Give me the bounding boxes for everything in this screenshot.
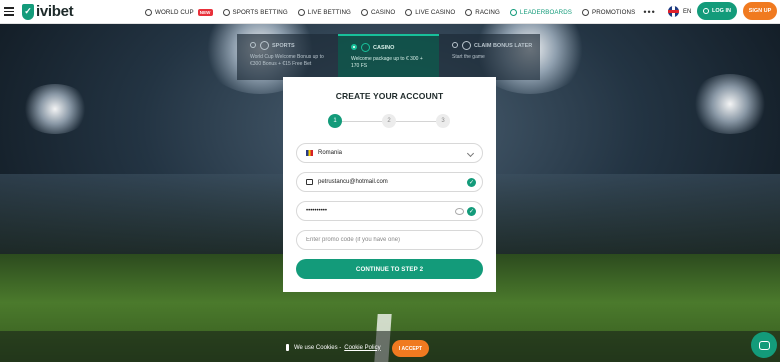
soccer-ball-icon	[222, 8, 230, 16]
promo-code-field[interactable]	[296, 230, 483, 250]
country-value: Romania	[318, 150, 343, 156]
signup-button[interactable]: SIGN UP	[743, 2, 777, 20]
check-icon: ✓	[467, 178, 476, 187]
language-selector[interactable]: EN	[668, 6, 691, 17]
bonus-title: CLAIM BONUS LATER	[474, 42, 533, 49]
info-icon	[286, 344, 289, 351]
chevron-down-icon	[466, 149, 475, 158]
menu-icon[interactable]	[4, 7, 14, 17]
bonus-option-casino[interactable]: CASINO Welcome package up to € 300 + 170…	[338, 34, 439, 80]
horse-icon	[465, 8, 473, 16]
radio-button[interactable]	[250, 42, 256, 48]
step-1: 1	[328, 114, 342, 128]
soccer-ball-icon	[260, 41, 269, 50]
casino-chip-icon	[361, 43, 370, 52]
password-field[interactable]: •••••••••• ✓	[296, 201, 483, 221]
promo-code-input[interactable]	[306, 237, 456, 243]
radio-button-selected[interactable]	[351, 44, 357, 50]
nav-racing[interactable]: RACING	[465, 8, 500, 16]
nav-label: RACING	[475, 8, 500, 16]
bonus-option-later[interactable]: CLAIM BONUS LATER Start the game	[439, 34, 540, 80]
nav-casino[interactable]: CASINO	[360, 8, 396, 16]
new-badge: NEW	[197, 8, 213, 16]
password-value: ••••••••••	[306, 208, 328, 214]
cookie-notice: We use Cookies - Cookie Policy	[286, 344, 381, 351]
live-casino-icon	[405, 8, 413, 16]
language-label: EN	[683, 8, 692, 15]
leaderboard-icon	[509, 8, 517, 16]
envelope-icon	[306, 179, 313, 185]
romania-flag-icon	[306, 150, 313, 156]
bonus-description: World Cup Welcome Bonus up to €300 Bonus…	[250, 54, 324, 67]
bonus-title: CASINO	[373, 44, 395, 51]
login-button[interactable]: LOG IN	[697, 2, 737, 20]
logo[interactable]: ✓ ivibet	[22, 3, 74, 20]
uk-flag-icon	[668, 6, 679, 17]
step-indicator: 1 2 3	[328, 114, 450, 128]
modal-title: CREATE YOUR ACCOUNT	[335, 91, 444, 101]
user-icon	[703, 8, 710, 14]
continue-button[interactable]: CONTINUE TO STEP 2	[296, 259, 483, 279]
check-icon: ✓	[467, 207, 476, 216]
nav-promotions[interactable]: PROMOTIONS	[582, 8, 636, 16]
gift-icon	[582, 8, 590, 16]
step-connector	[396, 121, 436, 122]
live-icon	[297, 8, 305, 16]
nav-sports-betting[interactable]: SPORTS BETTING	[222, 8, 288, 16]
nav-live-betting[interactable]: LIVE BETTING	[297, 8, 351, 16]
cookie-bar: We use Cookies - Cookie Policy I ACCEPT	[0, 331, 780, 362]
nav-label: LEADERBOARDS	[519, 8, 573, 16]
stadium-light	[20, 84, 90, 134]
cookie-text: We use Cookies -	[294, 344, 342, 351]
create-account-modal: CREATE YOUR ACCOUNT 1 2 3 Romania petrus…	[283, 77, 496, 292]
nav-label: SPORTS BETTING	[232, 8, 288, 16]
main-nav: WORLD CUP NEW SPORTS BETTING LIVE BETTIN…	[145, 0, 656, 24]
step-2: 2	[382, 114, 396, 128]
logo-text: ivibet	[36, 3, 74, 20]
country-select[interactable]: Romania	[296, 143, 483, 163]
step-3: 3	[436, 114, 450, 128]
nav-label: WORLD CUP	[155, 8, 194, 16]
chat-button[interactable]	[751, 332, 777, 358]
radio-button[interactable]	[452, 42, 458, 48]
bonus-selector: SPORTS World Cup Welcome Bonus up to €30…	[237, 34, 541, 80]
chat-bubble-icon	[758, 340, 770, 350]
email-value: petrustancu@hotmail.com	[318, 179, 388, 185]
email-field[interactable]: petrustancu@hotmail.com ✓	[296, 172, 483, 192]
nav-label: LIVE BETTING	[307, 8, 351, 16]
trophy-icon	[145, 8, 152, 16]
eye-icon[interactable]	[455, 208, 464, 215]
casino-chip-icon	[360, 8, 368, 16]
login-label: LOG IN	[712, 8, 731, 14]
clock-icon	[462, 41, 471, 50]
nav-label: LIVE CASINO	[415, 8, 456, 16]
logo-shield-icon: ✓	[22, 3, 34, 20]
nav-leaderboards[interactable]: LEADERBOARDS	[509, 8, 573, 16]
nav-live-casino[interactable]: LIVE CASINO	[405, 8, 456, 16]
more-menu-button[interactable]: •••	[643, 7, 655, 17]
stadium-light	[690, 74, 770, 134]
bonus-option-sports[interactable]: SPORTS World Cup Welcome Bonus up to €30…	[237, 34, 338, 80]
bonus-description: Start the game	[452, 54, 485, 60]
bonus-title: SPORTS	[272, 42, 295, 49]
bonus-description: Welcome package up to € 300 + 170 FS	[351, 56, 423, 69]
step-connector	[342, 121, 382, 122]
accept-cookies-button[interactable]: I ACCEPT	[392, 340, 429, 357]
nav-label: CASINO	[370, 8, 396, 16]
top-header: ✓ ivibet WORLD CUP NEW SPORTS BETTING LI…	[0, 0, 780, 24]
nav-world-cup[interactable]: WORLD CUP NEW	[145, 8, 213, 16]
cookie-policy-link[interactable]: Cookie Policy	[344, 345, 380, 351]
nav-label: PROMOTIONS	[592, 8, 636, 16]
